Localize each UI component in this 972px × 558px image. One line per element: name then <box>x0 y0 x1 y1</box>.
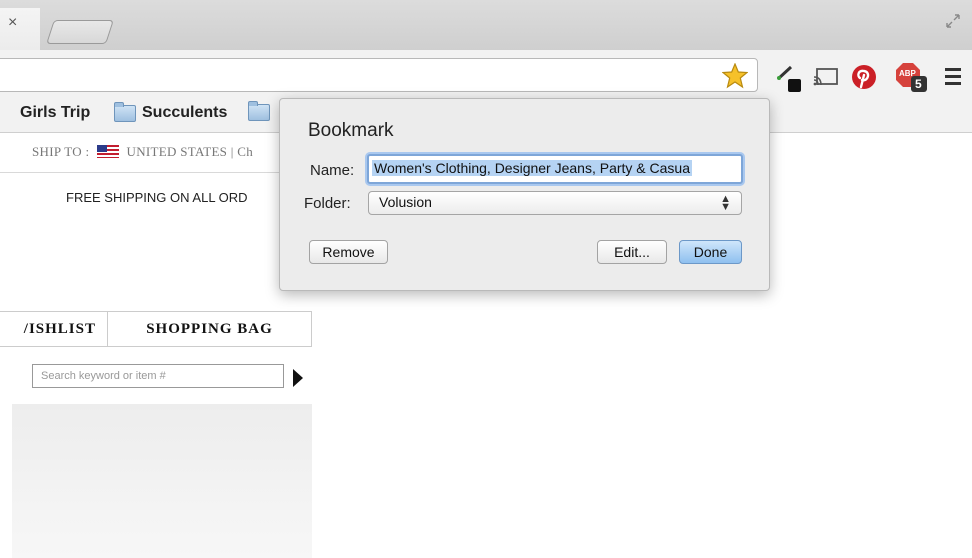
tab-close-icon[interactable]: × <box>8 14 17 32</box>
bookmark-girls-trip[interactable]: Girls Trip <box>20 104 90 122</box>
folder-icon <box>248 101 270 121</box>
search-input[interactable] <box>32 364 284 388</box>
remove-button[interactable]: Remove <box>309 240 388 264</box>
cast-icon[interactable] <box>812 66 840 88</box>
tab-shopping-bag[interactable]: SHOPPING BAG <box>107 311 312 347</box>
new-tab-button[interactable] <box>46 20 114 44</box>
ship-to-label: SHIP TO : <box>32 144 90 159</box>
sidebar-panel <box>12 404 312 558</box>
edit-button[interactable]: Edit... <box>597 240 667 264</box>
abp-count-badge: 5 <box>915 77 922 91</box>
tab-strip <box>0 0 972 50</box>
us-flag-icon <box>96 145 119 158</box>
popup-title: Bookmark <box>308 120 394 141</box>
folder-label: Folder: <box>304 195 351 212</box>
address-bar[interactable] <box>0 58 758 92</box>
select-arrows-icon: ▲ ▼ <box>720 193 731 213</box>
menu-icon[interactable] <box>944 66 962 86</box>
bookmark-name-value: Women's Clothing, Designer Jeans, Party … <box>372 160 693 176</box>
eyedropper-icon[interactable] <box>775 64 803 94</box>
search-submit-icon[interactable] <box>293 369 303 387</box>
fullscreen-icon[interactable] <box>944 12 962 30</box>
name-label: Name: <box>310 162 355 179</box>
folder-icon <box>114 101 136 122</box>
currency-partial: | Ch <box>230 144 254 159</box>
star-icon[interactable] <box>722 63 748 89</box>
ship-to-country[interactable]: UNITED STATES <box>127 144 228 159</box>
active-tab[interactable] <box>0 8 40 50</box>
divider <box>0 172 285 173</box>
bookmark-label: Succulents <box>142 104 228 121</box>
bookmark-folder-succulents[interactable]: Succulents <box>114 101 228 122</box>
folder-select-value: Volusion <box>379 194 432 210</box>
pinterest-icon[interactable] <box>850 63 878 91</box>
ship-to-line: SHIP TO : UNITED STATES | Ch <box>32 144 253 160</box>
done-button[interactable]: Done <box>679 240 742 264</box>
adblock-plus-icon[interactable]: ABP 5 <box>895 62 927 92</box>
abp-badge-label: ABP <box>899 69 916 78</box>
free-shipping-banner: FREE SHIPPING ON ALL ORD <box>66 190 248 205</box>
bookmark-name-field[interactable]: Women's Clothing, Designer Jeans, Party … <box>367 154 743 184</box>
folder-select[interactable]: Volusion ▲ ▼ <box>368 191 742 215</box>
bookmark-label: Girls Trip <box>20 104 91 121</box>
tab-wishlist[interactable]: /ISHLIST <box>0 311 108 347</box>
bookmark-folder-partial[interactable] <box>248 101 270 121</box>
